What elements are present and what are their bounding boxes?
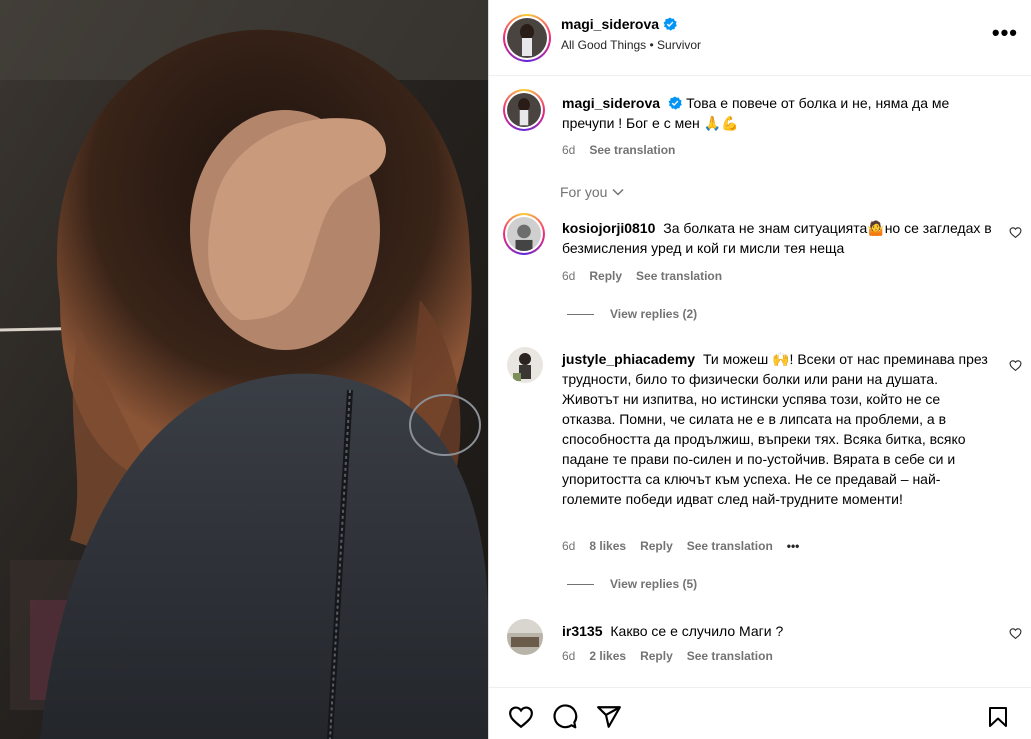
post-panel: magi_siderova All Good Things • Survivor… — [488, 0, 1031, 739]
caption-time[interactable]: 6d — [562, 143, 575, 157]
audio-subtitle[interactable]: All Good Things • Survivor — [561, 38, 701, 52]
comment-username[interactable]: ir3135 — [562, 623, 602, 639]
chevron-down-icon — [612, 188, 624, 196]
view-replies-label: View replies (5) — [610, 577, 698, 591]
like-comment-heart-icon[interactable] — [1009, 226, 1022, 239]
bookmark-icon[interactable] — [986, 704, 1010, 730]
caption-username[interactable]: magi_siderova — [562, 95, 660, 111]
comment-text: kosiojorji0810 За болката не знам ситуац… — [562, 218, 992, 258]
reply-button[interactable]: Reply — [640, 539, 673, 553]
post-actions-bar — [489, 687, 1031, 739]
caption-avatar[interactable] — [503, 89, 545, 131]
more-dots-icon[interactable]: ••• — [992, 22, 1018, 44]
see-translation-button[interactable]: See translation — [687, 539, 773, 553]
view-replies-button[interactable]: View replies (5) — [567, 577, 697, 591]
comment-username[interactable]: kosiojorji0810 — [562, 220, 655, 236]
post-media[interactable] — [0, 0, 488, 739]
like-comment-heart-icon[interactable] — [1009, 359, 1022, 372]
comment-meta: 6d 2 likes Reply See translation — [562, 649, 787, 663]
caption-meta: 6d See translation — [562, 143, 689, 157]
post-header: magi_siderova All Good Things • Survivor… — [489, 0, 1031, 76]
comment-text: ir3135 Какво се е случило Маги ? — [562, 621, 992, 641]
view-replies-label: View replies (2) — [610, 307, 698, 321]
comment-avatar[interactable] — [507, 619, 543, 655]
comment-text: justyle_phiacademy Ти можеш 🙌! Всеки от … — [562, 349, 992, 509]
reply-button[interactable]: Reply — [589, 269, 622, 283]
comments-sort-dropdown[interactable]: For you — [560, 184, 625, 200]
comment-time[interactable]: 6d — [562, 649, 575, 663]
for-you-label: For you — [560, 184, 608, 200]
comment-time[interactable]: 6d — [562, 539, 575, 553]
reply-button[interactable]: Reply — [640, 649, 673, 663]
comment-likes[interactable]: 2 likes — [589, 649, 626, 663]
share-icon[interactable] — [596, 704, 622, 730]
comment-avatar[interactable] — [503, 213, 545, 255]
like-comment-heart-icon[interactable] — [1009, 627, 1022, 640]
view-replies-button[interactable]: View replies (2) — [567, 307, 697, 321]
see-translation-button[interactable]: See translation — [636, 269, 722, 283]
author-username[interactable]: magi_siderova — [561, 16, 659, 32]
comment-options-icon[interactable]: ••• — [787, 539, 800, 553]
verified-badge-icon — [668, 96, 682, 110]
comment-body: Какво се е случило Маги ? — [610, 623, 784, 639]
comments-list[interactable]: magi_siderova Това е повече от болка и не… — [489, 77, 1031, 687]
comment-likes[interactable]: 8 likes — [589, 539, 626, 553]
verified-badge-icon — [663, 17, 677, 31]
comment-avatar[interactable] — [507, 347, 543, 383]
comment-meta: 6d Reply See translation — [562, 269, 736, 283]
comment-icon[interactable] — [552, 704, 578, 730]
caption-see-translation[interactable]: See translation — [589, 143, 675, 157]
heart-icon[interactable] — [508, 704, 534, 730]
comment-body: Ти можеш 🙌! Всеки от нас преминава през … — [562, 351, 988, 507]
author-avatar[interactable] — [503, 14, 551, 62]
comment-time[interactable]: 6d — [562, 269, 575, 283]
see-translation-button[interactable]: See translation — [687, 649, 773, 663]
comment-username[interactable]: justyle_phiacademy — [562, 351, 695, 367]
comment-meta: 6d 8 likes Reply See translation ••• — [562, 539, 813, 553]
caption-text: magi_siderova Това е повече от болка и не… — [562, 93, 982, 133]
post-photo — [0, 0, 488, 739]
